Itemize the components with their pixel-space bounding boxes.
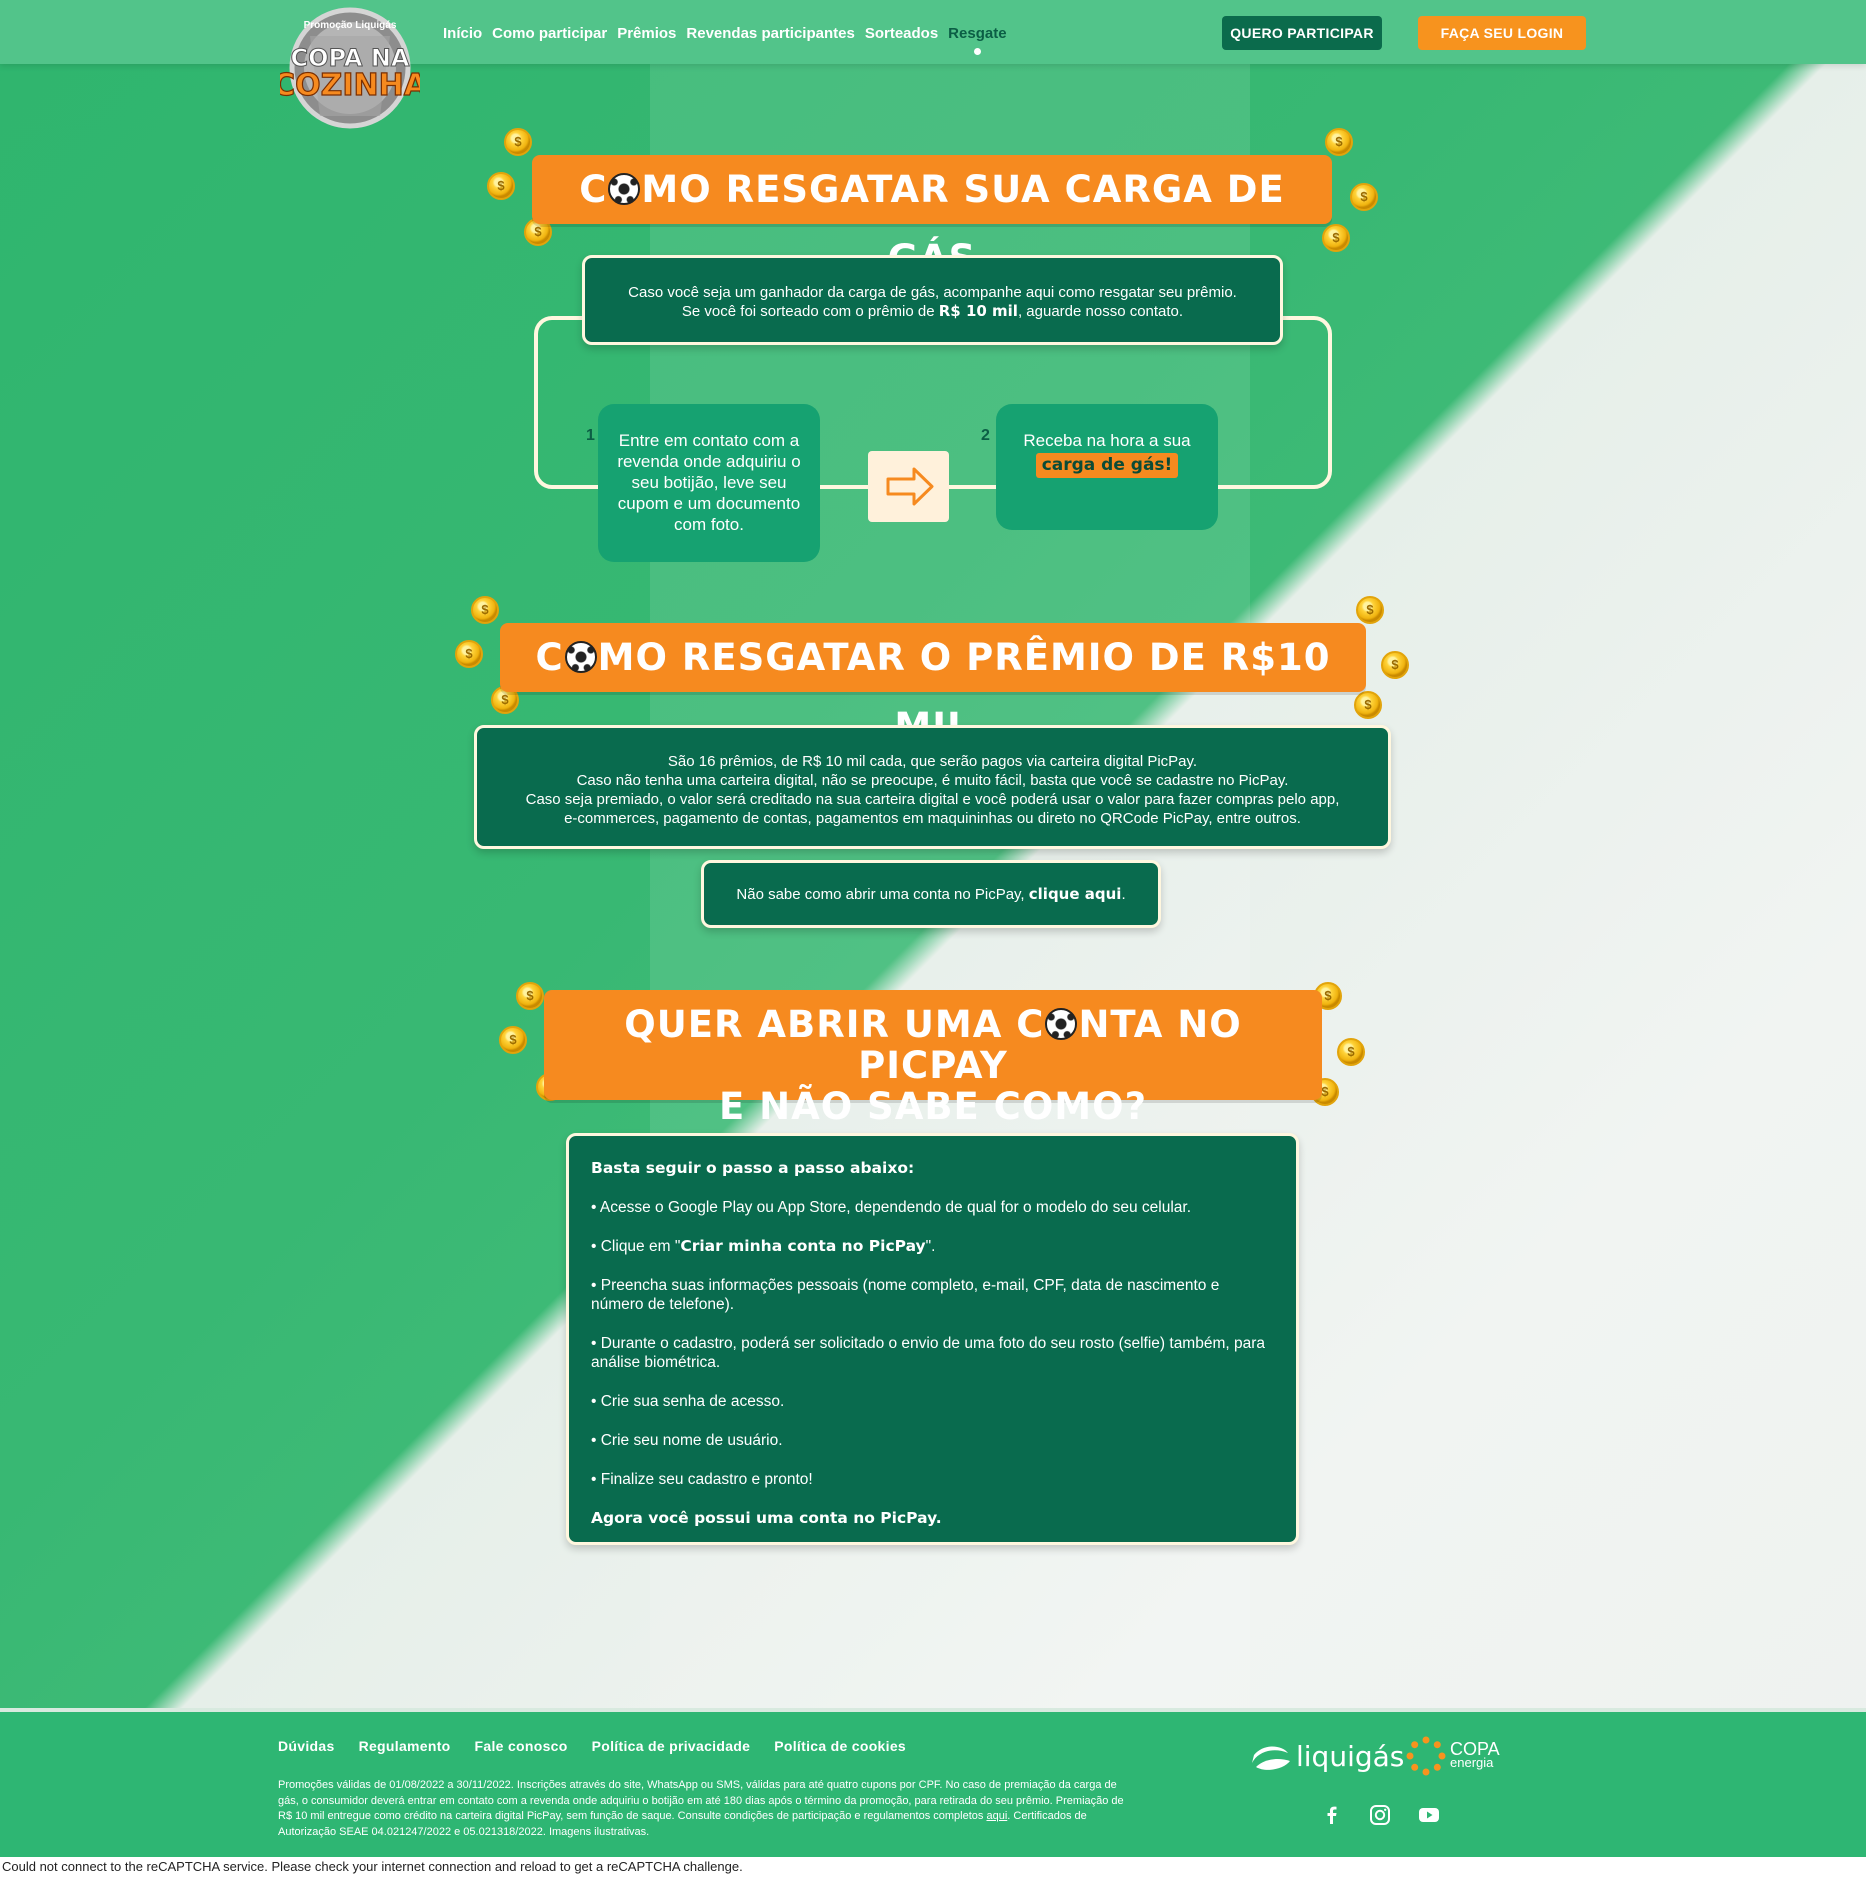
gold-coin-icon: $ (1322, 224, 1350, 252)
gold-coin-icon: $ (1350, 183, 1378, 211)
liquigas-flame-icon (1252, 1746, 1290, 1770)
prize-line: Caso seja premiado, o valor será credita… (525, 791, 1340, 808)
step-2-highlight: carga de gás! (1035, 453, 1179, 478)
prize-section-title: CMO RESGATAR O PRÊMIO DE R$10 MIL (500, 623, 1366, 748)
gold-coin-icon: $ (1354, 691, 1382, 719)
step-item: • Durante o cadastro, poderá ser solicit… (591, 1335, 1266, 1371)
prize-line: São 16 prêmios, de R$ 10 mil cada, que s… (667, 753, 1198, 770)
steps-intro: Basta seguir o passo a passo abaixo: (591, 1159, 915, 1177)
nav-premios[interactable]: Prêmios (617, 25, 676, 42)
gold-coin-icon: $ (499, 1026, 527, 1054)
picpay-steps-box: Basta seguir o passo a passo abaixo: • A… (566, 1133, 1299, 1545)
picpay-section-title: QUER ABRIR UMA C NTA NO PICPAY E NÃO SABE… (544, 990, 1322, 1127)
prize-line: Caso não tenha uma carteira digital, não… (576, 772, 1289, 789)
copa-energia-line2: energia (1450, 1755, 1494, 1770)
nav-resgate[interactable]: Resgate (948, 25, 1007, 55)
footer-link-fale-conosco[interactable]: Fale conosco (475, 1738, 568, 1754)
site-footer: Dúvidas Regulamento Fale conosco Polític… (0, 1708, 1866, 1861)
soccer-ball-icon (1045, 1008, 1078, 1040)
footer-links: Dúvidas Regulamento Fale conosco Polític… (278, 1738, 906, 1754)
picpay-help-text: Não sabe como abrir uma conta no PicPay, (736, 886, 1029, 903)
login-button[interactable]: FAÇA SEU LOGIN (1418, 16, 1586, 50)
gold-coin-icon: $ (1325, 128, 1353, 156)
picpay-help-link[interactable]: clique aqui (1029, 885, 1122, 903)
gold-coin-icon: $ (1381, 651, 1409, 679)
nav-inicio[interactable]: Início (443, 25, 482, 42)
soccer-ball-icon (564, 641, 597, 673)
footer-link-cookies[interactable]: Política de cookies (774, 1738, 906, 1754)
gas-section-title: CMO RESGATAR SUA CARGA DE GÁS (532, 155, 1332, 280)
steps-outro: Agora você possui uma conta no PicPay. (591, 1509, 942, 1527)
copa-energia-logo[interactable]: COPA energia (1406, 1736, 1500, 1776)
facebook-icon[interactable] (1321, 1804, 1343, 1826)
picpay-title-line2: E NÃO SABE COMO? (718, 1085, 1148, 1128)
gold-coin-icon: $ (1356, 596, 1384, 624)
legal-text: Promoções válidas de 01/08/2022 a 30/11/… (278, 1779, 1124, 1838)
copa-na-cozinha-logo[interactable]: Promoção Liquigás COPA NA COZINHA (272, 6, 428, 130)
participate-button[interactable]: QUERO PARTICIPAR (1222, 16, 1382, 50)
step-item: • Crie seu nome de usuário. (591, 1432, 783, 1449)
footer-link-regulamento[interactable]: Regulamento (359, 1738, 451, 1754)
footer-link-privacidade[interactable]: Política de privacidade (592, 1738, 751, 1754)
nav-como-participar[interactable]: Como participar (492, 25, 607, 42)
gas-intro-line2: Se você foi sorteado com o prêmio de R$ … (681, 302, 1184, 320)
step-2-text: Receba na hora a sua (1023, 431, 1191, 450)
legal-link[interactable]: aqui (986, 1810, 1007, 1822)
gold-coin-icon: $ (516, 982, 544, 1010)
step-number-1: 1 (586, 427, 595, 444)
gold-coin-icon: $ (487, 172, 515, 200)
step-2-card: Receba na hora a sua carga de gás! (996, 404, 1218, 530)
prize-info-box: São 16 prêmios, de R$ 10 mil cada, que s… (474, 725, 1391, 849)
nav-revendas[interactable]: Revendas participantes (686, 25, 854, 42)
step-item: • Preencha suas informações pessoais (no… (591, 1277, 1220, 1313)
picpay-help-end: . (1121, 886, 1126, 903)
copa-energia-line1: COPA (1450, 1739, 1500, 1759)
footer-link-duvidas[interactable]: Dúvidas (278, 1738, 335, 1754)
step-number-2: 2 (981, 427, 990, 444)
step-1-card: Entre em contato com a revenda onde adqu… (598, 404, 820, 562)
gas-intro-line1: Caso você seja um ganhador da carga de g… (628, 284, 1237, 301)
step-item: • Crie sua senha de acesso. (591, 1393, 785, 1410)
step-item: • Finalize seu cadastro e pronto! (591, 1471, 813, 1488)
gas-intro-box: Caso você seja um ganhador da carga de g… (582, 255, 1283, 345)
gold-coin-icon: $ (455, 640, 483, 668)
picpay-title-line1: QUER ABRIR UMA C NTA NO PICPAY (624, 1003, 1242, 1087)
prize-line: e-commerces, pagamento de contas, pagame… (564, 810, 1301, 827)
soccer-ball-icon (608, 173, 641, 205)
copa-energia-sun-icon (1406, 1736, 1446, 1776)
step-item: • Acesse o Google Play ou App Store, dep… (591, 1199, 1192, 1216)
svg-text:Promoção Liquigás: Promoção Liquigás (304, 20, 397, 31)
picpay-help-box: Não sabe como abrir uma conta no PicPay,… (701, 860, 1161, 928)
step-item: • Clique em "Criar minha conta no PicPay… (591, 1237, 936, 1255)
instagram-icon[interactable] (1369, 1804, 1391, 1826)
liquigas-logo[interactable]: liquigás (1248, 1740, 1404, 1773)
svg-text:COZINHA: COZINHA (280, 68, 420, 103)
youtube-icon[interactable] (1418, 1804, 1440, 1826)
gold-coin-icon: $ (504, 128, 532, 156)
main-nav: Início Como participar Prêmios Revendas … (443, 25, 1007, 55)
nav-sorteados[interactable]: Sorteados (865, 25, 938, 42)
liquigas-wordmark: liquigás (1296, 1740, 1405, 1773)
recaptcha-error: Could not connect to the reCAPTCHA servi… (0, 1857, 1866, 1877)
arrow-right-icon (868, 451, 949, 522)
gold-coin-icon: $ (471, 596, 499, 624)
gold-coin-icon: $ (1337, 1038, 1365, 1066)
